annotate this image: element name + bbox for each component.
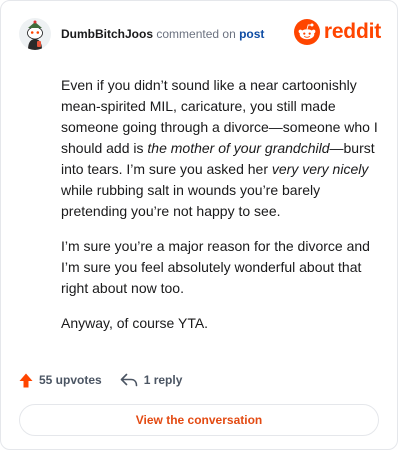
emphasis-text: the mother of your grandchild bbox=[147, 140, 330, 156]
comment-header: DumbBitchJoos commented on post reddit bbox=[19, 17, 381, 51]
comment-meta: DumbBitchJoos commented on post bbox=[61, 26, 264, 42]
body-text: while rubbing salt in wounds you’re bare… bbox=[61, 182, 321, 219]
action-text: commented on bbox=[156, 27, 236, 41]
upvote-arrow-icon bbox=[19, 373, 33, 387]
emphasis-text: very very nicely bbox=[271, 161, 369, 177]
snoo-avatar-icon[interactable] bbox=[19, 18, 51, 50]
comment-paragraph: I’m sure you’re a major reason for the d… bbox=[61, 236, 379, 299]
post-link[interactable]: post bbox=[239, 27, 264, 41]
comment-paragraph: Anyway, of course YTA. bbox=[61, 313, 379, 334]
upvote-count: 55 upvotes bbox=[39, 373, 102, 387]
view-conversation-button[interactable]: View the conversation bbox=[19, 404, 379, 436]
reddit-wordmark: reddit bbox=[323, 20, 381, 43]
comment-embed-card: DumbBitchJoos commented on post reddit E… bbox=[0, 0, 398, 450]
comment-body: Even if you didn’t sound like a near car… bbox=[61, 75, 379, 348]
reply-count: 1 reply bbox=[143, 373, 183, 387]
comment-actions: 55 upvotes 1 reply bbox=[19, 370, 182, 390]
view-conversation-label: View the conversation bbox=[135, 413, 263, 427]
body-text: I’m sure you’re a major reason for the d… bbox=[61, 238, 370, 296]
reply-button[interactable]: 1 reply bbox=[120, 373, 183, 387]
reddit-logo[interactable]: reddit bbox=[293, 19, 381, 45]
username-link[interactable]: DumbBitchJoos bbox=[61, 27, 153, 41]
reply-arrow-icon bbox=[120, 373, 138, 387]
comment-paragraph: Even if you didn’t sound like a near car… bbox=[61, 75, 379, 222]
body-text: Anyway, of course YTA. bbox=[61, 315, 209, 331]
upvote-button[interactable]: 55 upvotes bbox=[19, 373, 102, 388]
reddit-logo-icon bbox=[293, 19, 320, 45]
